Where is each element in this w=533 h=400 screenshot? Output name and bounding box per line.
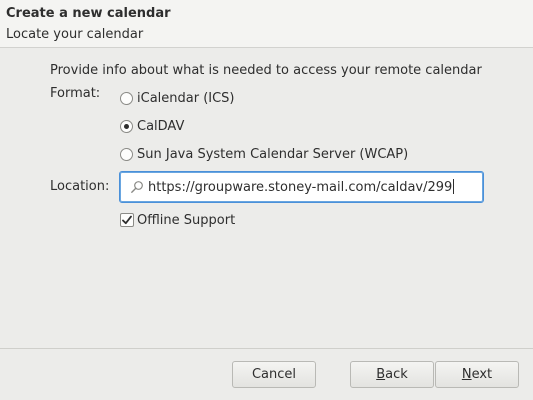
radio-label-icalendar: iCalendar (ICS) <box>137 90 235 106</box>
form-description: Provide info about what is needed to acc… <box>50 63 482 78</box>
back-button-label: Back <box>376 367 408 382</box>
radio-caldav[interactable]: CalDAV <box>120 117 184 135</box>
radio-button-wcap[interactable] <box>120 147 133 161</box>
radio-label-caldav: CalDAV <box>137 118 185 134</box>
radio-button-icalendar[interactable] <box>120 91 133 105</box>
next-button[interactable]: Next <box>435 361 519 388</box>
cancel-button-label: Cancel <box>251 367 297 382</box>
location-label: Location: <box>50 179 110 194</box>
radio-icalendar[interactable]: iCalendar (ICS) <box>120 89 235 107</box>
location-value: https://groupware.stoney-mail.com/caldav… <box>148 179 455 195</box>
radio-button-caldav[interactable] <box>120 119 133 133</box>
next-button-label: Next <box>461 367 493 382</box>
footer-separator <box>0 348 533 349</box>
wizard-title: Create a new calendar <box>6 6 171 21</box>
back-button[interactable]: Back <box>350 361 434 388</box>
format-label: Format: <box>50 86 101 101</box>
cancel-button[interactable]: Cancel <box>232 361 316 388</box>
radio-wcap[interactable]: Sun Java System Calendar Server (WCAP) <box>120 145 408 163</box>
text-caret <box>453 179 455 194</box>
checkmark-icon <box>122 215 132 225</box>
offline-support-label: Offline Support <box>137 212 236 228</box>
search-icon <box>131 181 143 193</box>
radio-label-wcap: Sun Java System Calendar Server (WCAP) <box>137 146 409 162</box>
wizard-header: Create a new calendar Locate your calend… <box>0 0 533 48</box>
offline-support-checkbox[interactable] <box>120 213 134 227</box>
location-input[interactable]: https://groupware.stoney-mail.com/caldav… <box>119 171 484 203</box>
offline-support-option[interactable]: Offline Support <box>120 211 235 229</box>
wizard-subtitle: Locate your calendar <box>6 27 144 42</box>
